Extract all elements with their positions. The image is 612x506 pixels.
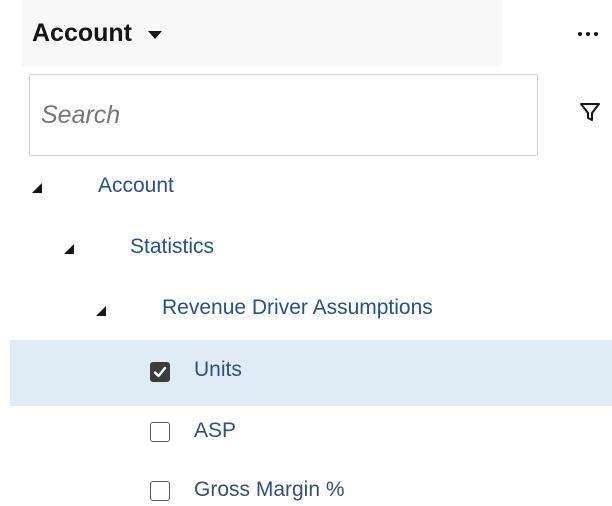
dimension-dropdown[interactable]: Account — [22, 0, 502, 66]
tree-node-label[interactable]: Account — [98, 174, 174, 198]
chevron-down-icon — [148, 31, 162, 39]
search-input[interactable] — [30, 75, 537, 155]
tree-node-account: Account — [0, 157, 612, 217]
expanded-triangle-icon[interactable] — [94, 304, 108, 318]
dimension-title: Account — [32, 18, 132, 47]
tree-node-label[interactable]: Revenue Driver Assumptions — [162, 296, 433, 320]
tree-node-statistics: Statistics — [0, 218, 612, 278]
member-selector-panel: Account Account Statistics Revenue Drive… — [0, 0, 612, 506]
checkmark-icon — [153, 366, 167, 378]
tree-node-label[interactable]: Statistics — [130, 235, 214, 259]
filter-icon — [580, 103, 600, 121]
tree-leaf-gross-margin[interactable]: Gross Margin % — [0, 461, 612, 506]
tree-leaf-asp[interactable]: ASP — [0, 402, 612, 462]
more-horizontal-icon — [578, 32, 582, 36]
search-field — [29, 74, 538, 156]
expanded-triangle-icon[interactable] — [30, 181, 44, 195]
asp-checkbox[interactable] — [150, 422, 170, 442]
gross-margin-checkbox[interactable] — [150, 481, 170, 501]
tree-leaf-units[interactable]: Units — [10, 340, 612, 406]
tree-node-revenue-driver-assumptions: Revenue Driver Assumptions — [0, 278, 612, 338]
units-checkbox[interactable] — [150, 362, 170, 382]
tree-leaf-label: ASP — [194, 419, 237, 442]
filter-button[interactable] — [576, 98, 604, 126]
tree-leaf-label: Units — [194, 358, 242, 381]
more-options-button[interactable] — [570, 22, 606, 46]
expanded-triangle-icon[interactable] — [62, 242, 76, 256]
tree-leaf-label: Gross Margin % — [194, 478, 345, 501]
